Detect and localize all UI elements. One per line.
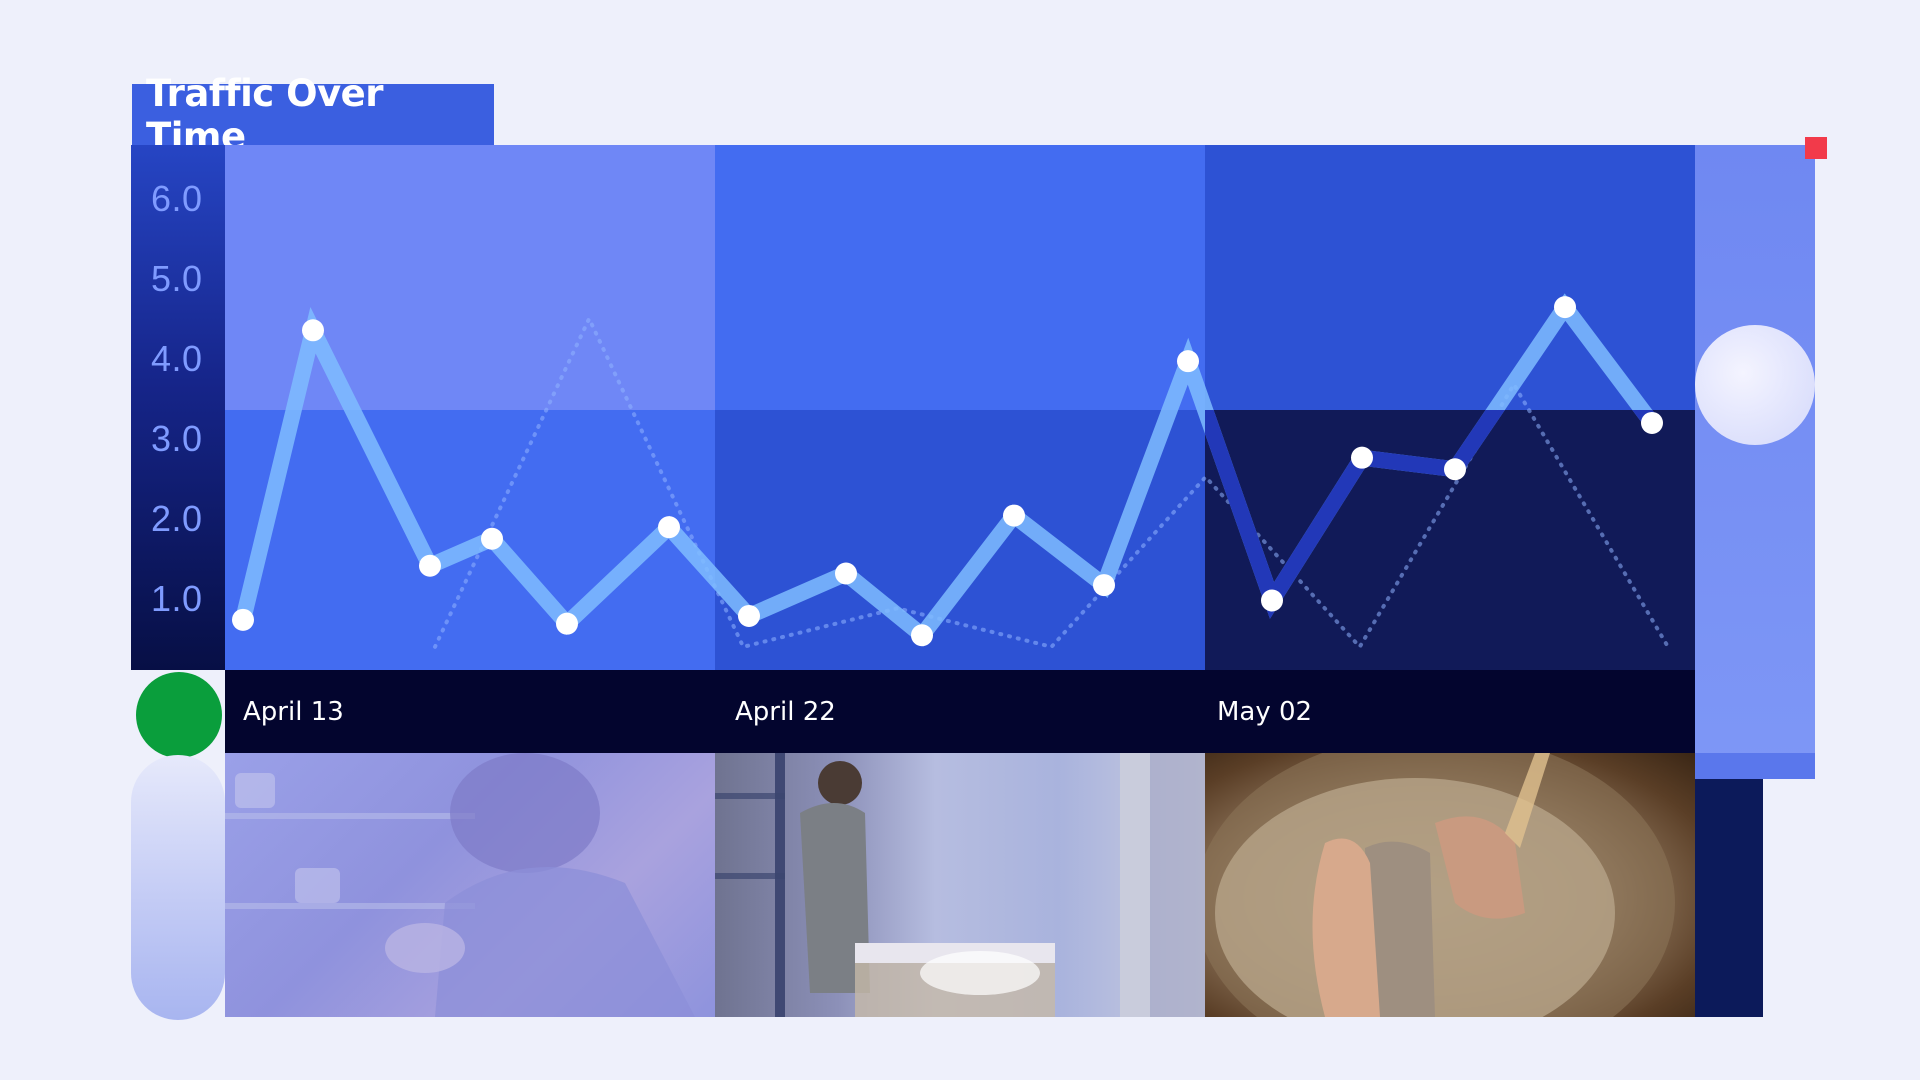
data-point bbox=[1177, 350, 1199, 373]
background-block bbox=[715, 145, 1206, 410]
data-point bbox=[911, 624, 933, 647]
data-point bbox=[302, 319, 324, 342]
data-point bbox=[658, 516, 680, 539]
decor-green-circle bbox=[136, 672, 222, 758]
right-dark-bar bbox=[1695, 779, 1763, 1017]
x-tick-label: May 02 bbox=[1217, 696, 1313, 727]
data-point bbox=[738, 604, 760, 627]
data-point bbox=[835, 562, 857, 585]
data-point bbox=[556, 612, 578, 635]
data-point bbox=[1093, 574, 1115, 597]
photo-2-illustration bbox=[715, 753, 1205, 1017]
background-block bbox=[1205, 410, 1696, 670]
data-point bbox=[1261, 589, 1283, 612]
data-point bbox=[1641, 411, 1663, 434]
data-point bbox=[1554, 296, 1576, 319]
data-point bbox=[481, 527, 503, 550]
background-block bbox=[715, 410, 1206, 670]
photo-2 bbox=[715, 753, 1205, 1017]
x-tick-label: April 13 bbox=[243, 696, 344, 727]
decor-pill bbox=[131, 755, 225, 1020]
photo-3 bbox=[1205, 753, 1695, 1017]
decor-red-square bbox=[1805, 137, 1827, 159]
x-tick-label: April 22 bbox=[735, 696, 836, 727]
right-decor-panel bbox=[1695, 145, 1815, 779]
photo-1-illustration bbox=[225, 753, 695, 1017]
data-point bbox=[1003, 504, 1025, 527]
photo-3-illustration bbox=[1205, 753, 1675, 1017]
data-point bbox=[232, 608, 254, 631]
decor-white-circle bbox=[1695, 325, 1815, 445]
x-axis-date-bar: April 13 April 22 May 02 bbox=[225, 670, 1695, 753]
data-point bbox=[1351, 446, 1373, 469]
data-point bbox=[1444, 458, 1466, 481]
data-point bbox=[419, 554, 441, 577]
photo-1 bbox=[225, 753, 715, 1017]
right-decor-strip bbox=[1695, 753, 1815, 779]
